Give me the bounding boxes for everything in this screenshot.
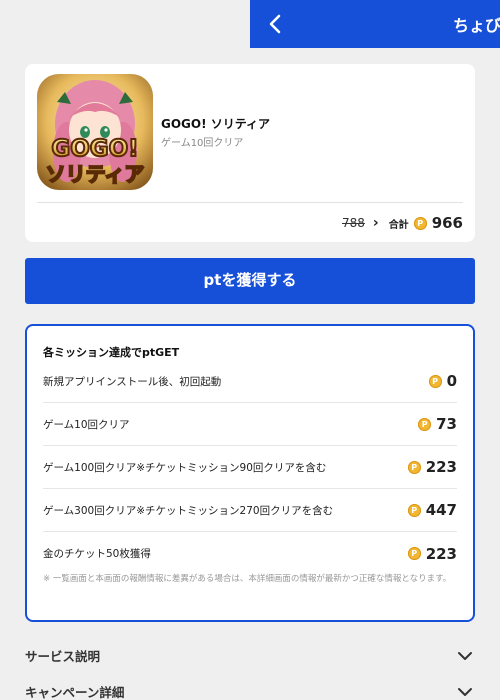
get-points-button[interactable]: ptを獲得する bbox=[25, 258, 475, 304]
mission-heading: 各ミッション達成でptGET bbox=[43, 346, 180, 359]
mission-note: ※ 一覧画面と本画面の報酬情報に差異がある場合は、本詳細画面の情報が最新かつ正確… bbox=[43, 574, 452, 584]
mission-row: ゲーム300回クリア※チケットミッション270回クリアを含む P 447 bbox=[43, 489, 457, 532]
svg-text:ソリティア: ソリティア bbox=[46, 162, 145, 186]
accordion-label: キャンペーン詳細 bbox=[25, 685, 125, 700]
accordion-campaign[interactable]: キャンペーン詳細 bbox=[25, 678, 475, 700]
svg-text:GOGO!: GOGO! bbox=[51, 136, 138, 162]
app-name: GOGO! ソリティア bbox=[161, 117, 271, 131]
mission-box: 各ミッション達成でptGET 新規アプリインストール後、初回起動 P 0 ゲーム… bbox=[25, 324, 475, 622]
header-title: ちょびリッチ bbox=[453, 16, 500, 35]
mission-row: 新規アプリインストール後、初回起動 P 0 bbox=[43, 360, 457, 403]
page: ちょびリッチ bbox=[0, 0, 500, 700]
coin-icon: P bbox=[407, 547, 421, 560]
mission-label: ゲーム300回クリア※チケットミッション270回クリアを含む bbox=[43, 504, 334, 517]
mission-label: ゲーム10回クリア bbox=[43, 418, 130, 431]
coin-icon: P bbox=[428, 374, 442, 388]
chevron-down-icon bbox=[458, 652, 472, 660]
card-divider bbox=[37, 202, 463, 203]
chevron-left-icon[interactable] bbox=[264, 12, 288, 36]
total-label: 合計 bbox=[388, 219, 409, 231]
mission-value: 223 bbox=[425, 458, 457, 476]
mission-label: 新規アプリインストール後、初回起動 bbox=[43, 375, 222, 388]
mission-value: 0 bbox=[446, 372, 457, 390]
mission-value: 447 bbox=[425, 501, 457, 519]
accordion-label: サービス説明 bbox=[25, 649, 101, 664]
coin-icon: P bbox=[407, 460, 421, 474]
app-icon[interactable]: GOGO! ソリティア bbox=[37, 74, 153, 190]
coin-icon: P bbox=[407, 503, 421, 517]
mission-value: 73 bbox=[436, 415, 457, 433]
mission-points: P 223 bbox=[407, 458, 457, 476]
mission-label: ゲーム100回クリア※チケットミッション90回クリアを含む bbox=[43, 461, 327, 474]
app-card: GOGO! ソリティア GOGO! ソリティア ゲーム10回クリア 788 › … bbox=[25, 64, 475, 242]
coin-icon: P bbox=[413, 216, 427, 230]
accordion-service[interactable]: サービス説明 bbox=[25, 642, 475, 668]
mission-points: P 0 bbox=[428, 372, 457, 390]
mission-points: P 223 bbox=[407, 544, 457, 563]
coin-icon: P bbox=[418, 417, 432, 431]
mission-points: P 73 bbox=[418, 415, 457, 433]
mission-points: P 447 bbox=[407, 501, 457, 519]
old-points: 788 bbox=[342, 216, 365, 230]
mission-value: 223 bbox=[425, 544, 457, 563]
chevron-down-icon bbox=[458, 688, 472, 696]
header-bar: ちょびリッチ bbox=[250, 0, 500, 48]
mission-row: ゲーム10回クリア P 73 bbox=[43, 403, 457, 446]
points-row: 788 › 合計 P 966 bbox=[342, 213, 463, 233]
mission-label: 金のチケット50枚獲得 bbox=[43, 548, 151, 560]
mission-row: ゲーム100回クリア※チケットミッション90回クリアを含む P 223 bbox=[43, 446, 457, 489]
arrow-right-icon: › bbox=[372, 215, 379, 231]
app-subtitle: ゲーム10回クリア bbox=[161, 138, 244, 149]
total-points: 966 bbox=[431, 214, 463, 232]
mission-row: 金のチケット50枚獲得 P 223 bbox=[43, 532, 457, 575]
